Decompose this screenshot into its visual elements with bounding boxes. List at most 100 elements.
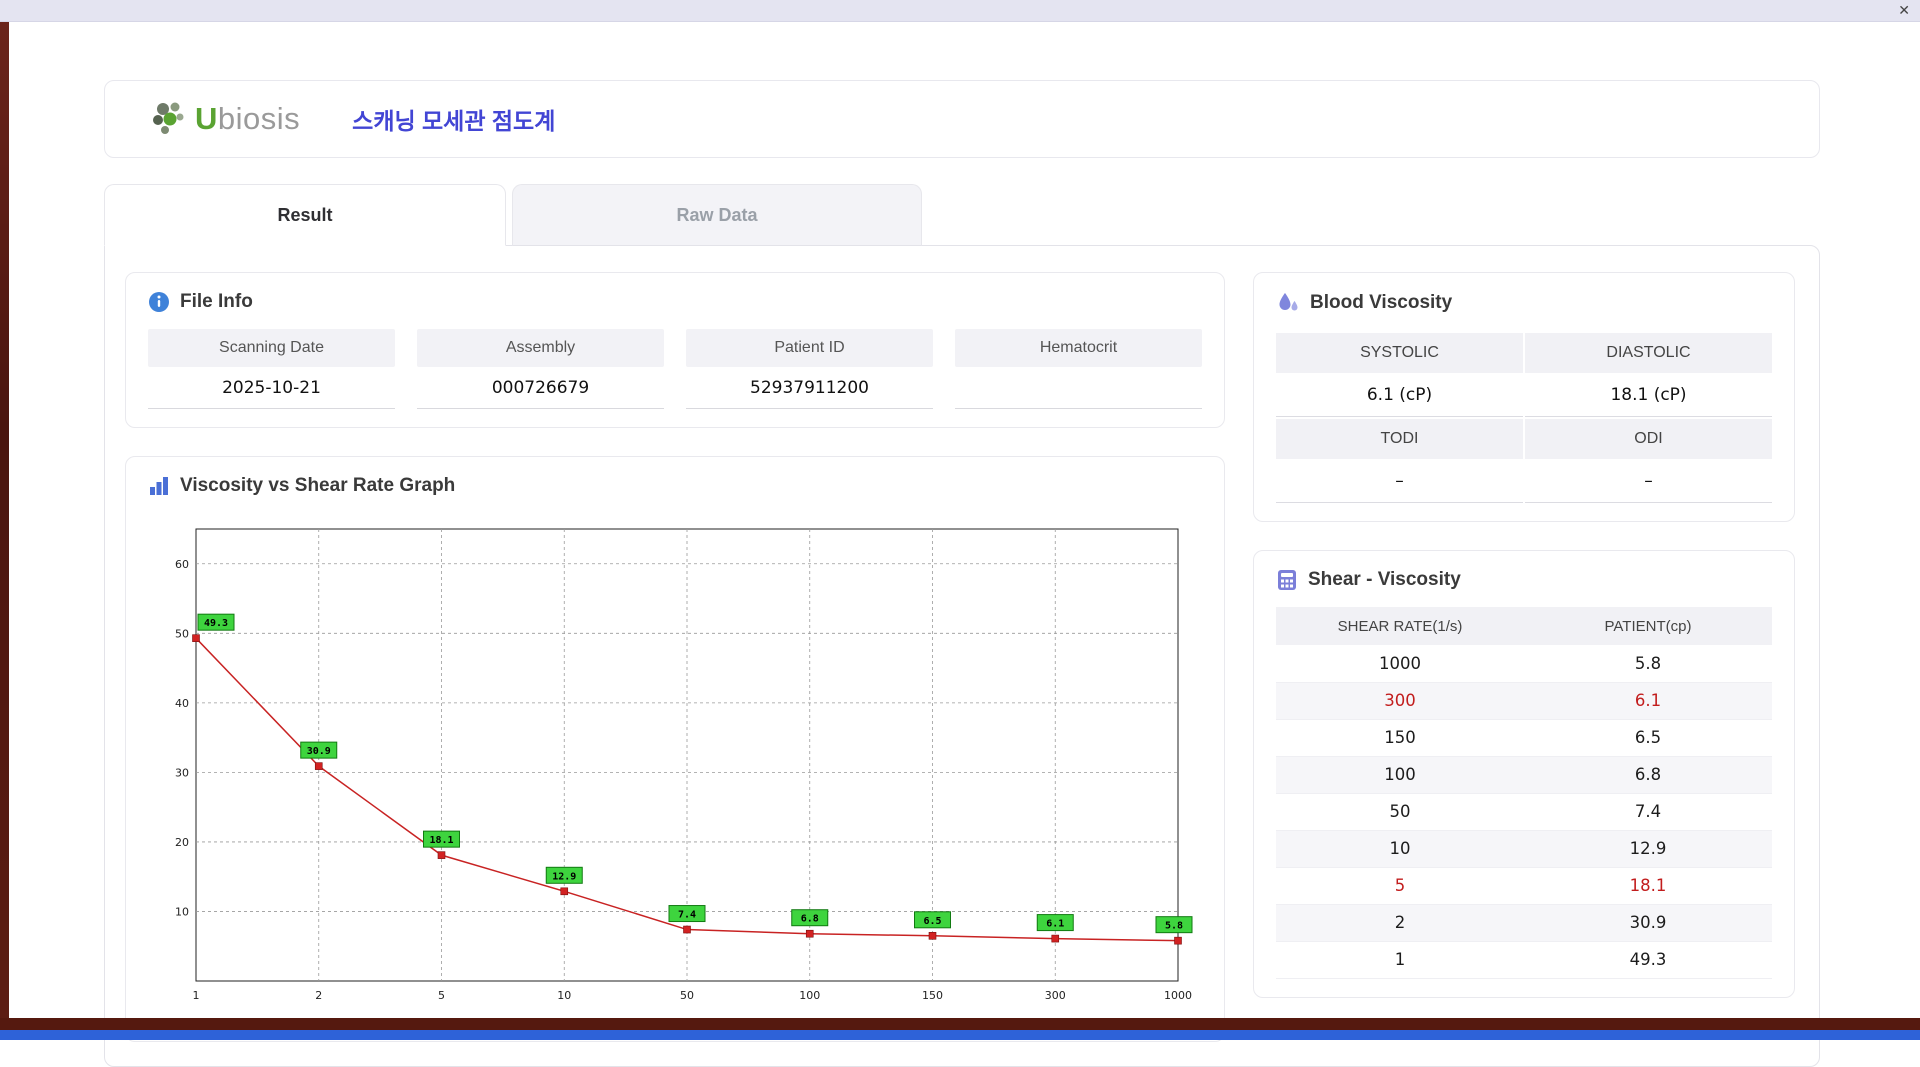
shear-viscosity-card: Shear - Viscosity SHEAR RATE(1/s) PATIEN… (1253, 550, 1795, 998)
svg-text:30: 30 (175, 766, 189, 779)
blood-viscosity-card: Blood Viscosity SYSTOLIC DIASTOLIC 6.1 (… (1253, 272, 1795, 522)
cell-patient: 49.3 (1524, 941, 1772, 978)
header-card: Ubiosis 스캐닝 모세관 점도계 (104, 80, 1820, 158)
svg-text:100: 100 (799, 989, 820, 1002)
svg-text:5.8: 5.8 (1165, 921, 1183, 932)
cell-shear-rate: 5 (1276, 867, 1524, 904)
table-row: 3006.1 (1276, 682, 1772, 719)
tab-raw-data[interactable]: Raw Data (512, 184, 922, 246)
cell-shear-rate: 10 (1276, 830, 1524, 867)
logo-text: Ubiosis (195, 101, 300, 137)
cell-shear-rate: 100 (1276, 756, 1524, 793)
cell-patient: 7.4 (1524, 793, 1772, 830)
info-icon (148, 291, 170, 313)
table-row: 1012.9 (1276, 830, 1772, 867)
bv-value-todi: – (1276, 459, 1523, 503)
field-value: 000726679 (417, 367, 664, 409)
field-label: Patient ID (686, 329, 933, 367)
bv-value-odi: – (1525, 459, 1772, 503)
tab-bar: Result Raw Data (104, 184, 1820, 246)
chart-area: 1020304050601251050100150300100049.330.9… (154, 513, 1202, 1023)
bar-chart-icon (148, 475, 170, 497)
table-row: 1006.8 (1276, 756, 1772, 793)
svg-text:6.1: 6.1 (1046, 919, 1064, 930)
svg-text:10: 10 (557, 989, 571, 1002)
svg-text:40: 40 (175, 697, 189, 710)
cell-shear-rate: 50 (1276, 793, 1524, 830)
field-patient-id: Patient ID 52937911200 (686, 329, 933, 409)
graph-title: Viscosity vs Shear Rate Graph (180, 475, 455, 497)
col-header-patient: PATIENT(cp) (1524, 607, 1772, 645)
svg-text:5: 5 (438, 989, 445, 1002)
table-row: 518.1 (1276, 867, 1772, 904)
svg-text:7.4: 7.4 (678, 910, 696, 921)
page-title: 스캐닝 모세관 점도계 (352, 102, 555, 136)
field-value (955, 367, 1202, 409)
field-assembly: Assembly 000726679 (417, 329, 664, 409)
field-value: 2025-10-21 (148, 367, 395, 409)
cell-shear-rate: 2 (1276, 904, 1524, 941)
shear-viscosity-title: Shear - Viscosity (1308, 569, 1461, 591)
titlebar: ✕ (0, 0, 1920, 22)
left-edge-decoration (0, 22, 9, 1040)
table-header-row: SHEAR RATE(1/s) PATIENT(cp) (1276, 607, 1772, 645)
cell-shear-rate: 150 (1276, 719, 1524, 756)
cell-patient: 6.5 (1524, 719, 1772, 756)
bottom-edge-decoration (0, 1018, 1920, 1030)
field-label: Scanning Date (148, 329, 395, 367)
svg-text:2: 2 (315, 989, 322, 1002)
result-panel: File Info Scanning Date 2025-10-21 Assem… (104, 245, 1820, 1067)
svg-text:300: 300 (1045, 989, 1066, 1002)
bv-label-systolic: SYSTOLIC (1276, 333, 1523, 373)
cell-shear-rate: 1 (1276, 941, 1524, 978)
cell-shear-rate: 300 (1276, 682, 1524, 719)
svg-text:20: 20 (175, 836, 189, 849)
svg-text:6.8: 6.8 (801, 914, 819, 925)
cell-patient: 6.8 (1524, 756, 1772, 793)
blood-viscosity-grid: SYSTOLIC DIASTOLIC 6.1 (cP) 18.1 (cP) TO… (1276, 331, 1772, 503)
svg-text:60: 60 (175, 558, 189, 571)
bv-label-diastolic: DIASTOLIC (1525, 333, 1772, 373)
table-row: 230.9 (1276, 904, 1772, 941)
bv-value-diastolic: 18.1 (cP) (1525, 373, 1772, 417)
svg-text:30.9: 30.9 (307, 746, 331, 757)
cell-patient: 18.1 (1524, 867, 1772, 904)
field-label: Hematocrit (955, 329, 1202, 367)
field-value: 52937911200 (686, 367, 933, 409)
cell-patient: 6.1 (1524, 682, 1772, 719)
svg-text:18.1: 18.1 (429, 835, 453, 846)
svg-text:12.9: 12.9 (552, 871, 576, 882)
field-label: Assembly (417, 329, 664, 367)
file-info-title: File Info (180, 291, 253, 313)
field-scanning-date: Scanning Date 2025-10-21 (148, 329, 395, 409)
app-logo: Ubiosis (149, 97, 300, 141)
file-info-card: File Info Scanning Date 2025-10-21 Assem… (125, 272, 1225, 428)
viscosity-chart: 1020304050601251050100150300100049.330.9… (154, 513, 1194, 1018)
app-window: Ubiosis 스캐닝 모세관 점도계 Result Raw Data File… (104, 80, 1820, 1067)
logo-mark-icon (149, 97, 189, 141)
svg-text:10: 10 (175, 905, 189, 918)
svg-text:1000: 1000 (1164, 989, 1192, 1002)
bv-label-todi: TODI (1276, 419, 1523, 459)
tab-result[interactable]: Result (104, 184, 506, 246)
col-header-shear-rate: SHEAR RATE(1/s) (1276, 607, 1524, 645)
file-info-fields: Scanning Date 2025-10-21 Assembly 000726… (148, 329, 1202, 409)
cell-patient: 12.9 (1524, 830, 1772, 867)
taskbar-edge-decoration (0, 1030, 1920, 1040)
bv-value-systolic: 6.1 (cP) (1276, 373, 1523, 417)
cell-shear-rate: 1000 (1276, 645, 1524, 682)
cell-patient: 5.8 (1524, 645, 1772, 682)
shear-viscosity-table: SHEAR RATE(1/s) PATIENT(cp) 10005.8 3006… (1276, 607, 1772, 979)
svg-text:50: 50 (175, 627, 189, 640)
svg-text:49.3: 49.3 (204, 618, 228, 629)
left-column: File Info Scanning Date 2025-10-21 Assem… (125, 272, 1225, 1042)
viscosity-graph-card: Viscosity vs Shear Rate Graph 10 20 30 40 50… (125, 456, 1225, 1042)
cell-patient: 30.9 (1524, 904, 1772, 941)
svg-text:150: 150 (922, 989, 943, 1002)
table-row: 1506.5 (1276, 719, 1772, 756)
close-icon[interactable]: ✕ (1898, 2, 1910, 19)
table-row: 507.4 (1276, 793, 1772, 830)
svg-text:6.5: 6.5 (923, 916, 941, 927)
table-row: 10005.8 (1276, 645, 1772, 682)
table-row: 149.3 (1276, 941, 1772, 978)
